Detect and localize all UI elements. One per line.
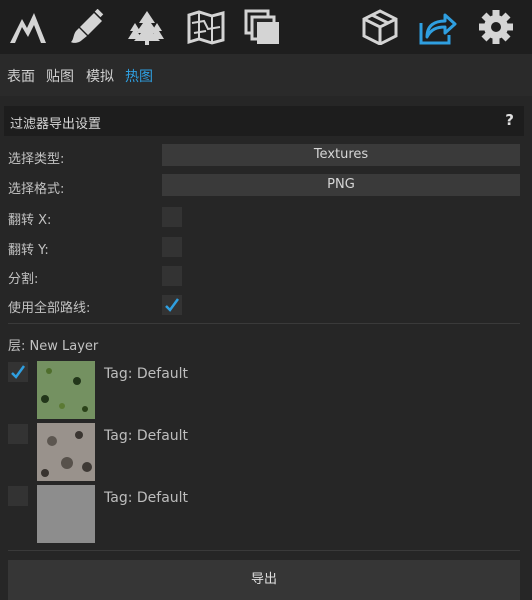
help-icon[interactable]: ? <box>505 111 514 129</box>
panel-title: 过滤器导出设置 <box>10 117 102 132</box>
map-icon[interactable] <box>186 8 226 46</box>
select-type-label: 选择类型: <box>8 152 65 167</box>
layer-item-tag: Tag: Default <box>104 366 189 382</box>
tab-simulation[interactable]: 模拟 <box>86 66 114 86</box>
flip-y-label: 翻转 Y: <box>8 243 49 258</box>
rock-texture-thumbnail[interactable] <box>37 423 95 481</box>
checkmark-icon <box>11 365 26 379</box>
grass-texture-thumbnail[interactable] <box>37 361 95 419</box>
flip-x-label: 翻转 X: <box>8 213 52 228</box>
layer-item-checkbox[interactable] <box>8 362 28 382</box>
divider <box>8 323 520 324</box>
trees-icon[interactable] <box>127 8 167 46</box>
mountain-icon[interactable] <box>8 8 48 46</box>
tab-texture[interactable]: 贴图 <box>46 66 74 86</box>
use-all-paths-label: 使用全部路线: <box>8 301 91 316</box>
layer-label: 层: New Layer <box>8 339 99 354</box>
gear-icon[interactable] <box>476 8 516 46</box>
tab-surface[interactable]: 表面 <box>7 66 35 86</box>
split-checkbox[interactable] <box>162 266 182 286</box>
divider <box>8 550 520 551</box>
checkmark-icon <box>165 298 180 312</box>
sub-navigation: 表面 贴图 模拟 热图 <box>0 54 532 96</box>
layer-item-tag: Tag: Default <box>104 490 189 506</box>
layer-item-checkbox[interactable] <box>8 486 28 506</box>
flip-x-checkbox[interactable] <box>162 207 182 227</box>
use-all-paths-checkbox[interactable] <box>162 295 182 315</box>
panel-header: 过滤器导出设置 ? <box>4 106 524 136</box>
main-toolbar <box>0 0 532 54</box>
brush-icon[interactable] <box>68 8 108 46</box>
select-format-label: 选择格式: <box>8 182 65 197</box>
split-label: 分割: <box>8 272 39 287</box>
type-dropdown[interactable]: Textures <box>162 144 520 166</box>
cube-icon[interactable] <box>360 8 400 46</box>
tab-heatmap[interactable]: 热图 <box>125 66 153 86</box>
layers-icon[interactable] <box>242 8 282 46</box>
export-share-icon[interactable] <box>417 8 457 46</box>
format-dropdown[interactable]: PNG <box>162 174 520 196</box>
gray-texture-thumbnail[interactable] <box>37 485 95 543</box>
layer-item-checkbox[interactable] <box>8 424 28 444</box>
flip-y-checkbox[interactable] <box>162 237 182 257</box>
layer-item-tag: Tag: Default <box>104 428 189 444</box>
export-button[interactable]: 导出 <box>8 560 520 600</box>
